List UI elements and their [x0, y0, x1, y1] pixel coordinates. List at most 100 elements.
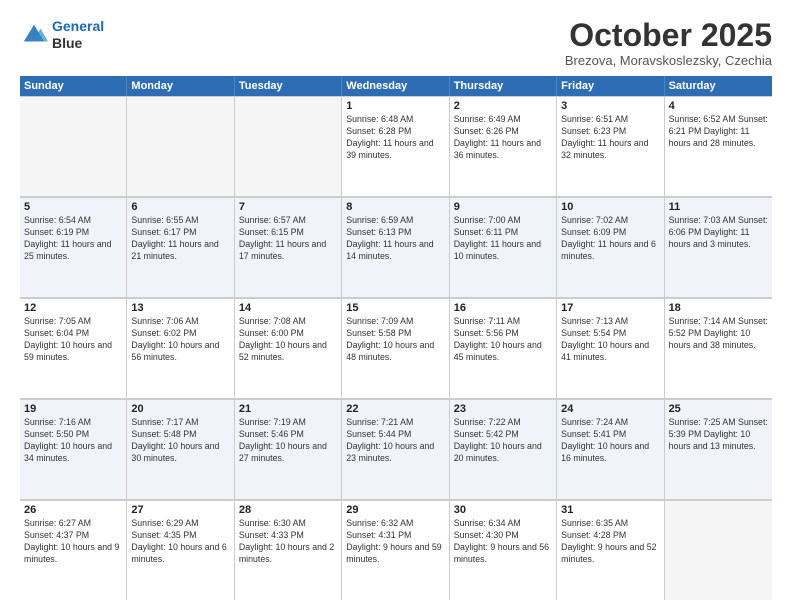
- day-cell-18: 18Sunrise: 7:14 AM Sunset: 5:52 PM Dayli…: [665, 298, 772, 398]
- day-info: Sunrise: 7:09 AM Sunset: 5:58 PM Dayligh…: [346, 316, 444, 364]
- day-info: Sunrise: 7:24 AM Sunset: 5:41 PM Dayligh…: [561, 417, 659, 465]
- day-info: Sunrise: 7:17 AM Sunset: 5:48 PM Dayligh…: [131, 417, 229, 465]
- day-info: Sunrise: 6:54 AM Sunset: 6:19 PM Dayligh…: [24, 215, 122, 263]
- day-info: Sunrise: 7:25 AM Sunset: 5:39 PM Dayligh…: [669, 417, 768, 453]
- logo-text: General Blue: [52, 18, 104, 52]
- empty-cell-w0c1: [127, 96, 234, 196]
- day-cell-13: 13 Sunrise: 7:06 AM Sunset: 6:02 PM Dayli…: [127, 298, 234, 398]
- day-cell-11: 11 Sunrise: 7:03 AM Sunset: 6:06 PM Dayli…: [665, 197, 772, 297]
- calendar-header: SundayMondayTuesdayWednesdayThursdayFrid…: [20, 76, 772, 96]
- day-number: 25: [669, 403, 768, 415]
- day-cell-10: 10Sunrise: 7:02 AM Sunset: 6:09 PM Dayli…: [557, 197, 664, 297]
- week-row-5: 26 Sunrise: 6:27 AM Sunset: 4:37 PM Dayli…: [20, 500, 772, 600]
- day-info: Sunrise: 6:32 AM Sunset: 4:31 PM Dayligh…: [346, 518, 444, 566]
- day-number: 5: [24, 201, 122, 213]
- day-number: 6: [131, 201, 229, 213]
- day-cell-6: 6 Sunrise: 6:55 AM Sunset: 6:17 PM Daylig…: [127, 197, 234, 297]
- day-number: 2: [454, 100, 552, 112]
- day-cell-31: 31 Sunrise: 6:35 AM Sunset: 4:28 PM Dayli…: [557, 500, 664, 600]
- day-info: Sunrise: 6:59 AM Sunset: 6:13 PM Dayligh…: [346, 215, 444, 263]
- day-info: Sunrise: 6:51 AM Sunset: 6:23 PM Dayligh…: [561, 114, 659, 162]
- day-info: Sunrise: 7:19 AM Sunset: 5:46 PM Dayligh…: [239, 417, 337, 465]
- day-cell-2: 2 Sunrise: 6:49 AM Sunset: 6:26 PM Daylig…: [450, 96, 557, 196]
- day-info: Sunrise: 7:13 AM Sunset: 5:54 PM Dayligh…: [561, 316, 659, 364]
- day-number: 22: [346, 403, 444, 415]
- weekday-header-thursday: Thursday: [450, 76, 557, 96]
- day-number: 14: [239, 302, 337, 314]
- logo: General Blue: [20, 18, 104, 52]
- page: General Blue October 2025 Brezova, Morav…: [0, 0, 792, 612]
- day-number: 12: [24, 302, 122, 314]
- day-cell-12: 12 Sunrise: 7:05 AM Sunset: 6:04 PM Dayli…: [20, 298, 127, 398]
- weekday-header-monday: Monday: [127, 76, 234, 96]
- day-cell-29: 29 Sunrise: 6:32 AM Sunset: 4:31 PM Dayli…: [342, 500, 449, 600]
- day-info: Sunrise: 6:49 AM Sunset: 6:26 PM Dayligh…: [454, 114, 552, 162]
- empty-cell-w0c0: [20, 96, 127, 196]
- day-info: Sunrise: 6:55 AM Sunset: 6:17 PM Dayligh…: [131, 215, 229, 263]
- day-number: 21: [239, 403, 337, 415]
- day-cell-8: 8Sunrise: 6:59 AM Sunset: 6:13 PM Daylig…: [342, 197, 449, 297]
- day-info: Sunrise: 6:29 AM Sunset: 4:35 PM Dayligh…: [131, 518, 229, 566]
- day-cell-17: 17 Sunrise: 7:13 AM Sunset: 5:54 PM Dayli…: [557, 298, 664, 398]
- calendar-body: 1Sunrise: 6:48 AM Sunset: 6:28 PM Daylig…: [20, 96, 772, 600]
- day-number: 26: [24, 504, 122, 516]
- day-number: 10: [561, 201, 659, 213]
- week-row-4: 19Sunrise: 7:16 AM Sunset: 5:50 PM Dayli…: [20, 399, 772, 500]
- day-info: Sunrise: 7:00 AM Sunset: 6:11 PM Dayligh…: [454, 215, 552, 263]
- day-info: Sunrise: 7:21 AM Sunset: 5:44 PM Dayligh…: [346, 417, 444, 465]
- day-number: 30: [454, 504, 552, 516]
- day-info: Sunrise: 6:35 AM Sunset: 4:28 PM Dayligh…: [561, 518, 659, 566]
- empty-cell-w0c2: [235, 96, 342, 196]
- day-cell-5: 5 Sunrise: 6:54 AM Sunset: 6:19 PM Daylig…: [20, 197, 127, 297]
- day-info: Sunrise: 7:08 AM Sunset: 6:00 PM Dayligh…: [239, 316, 337, 364]
- day-number: 29: [346, 504, 444, 516]
- day-cell-25: 25 Sunrise: 7:25 AM Sunset: 5:39 PM Dayli…: [665, 399, 772, 499]
- day-number: 4: [669, 100, 768, 112]
- day-cell-19: 19Sunrise: 7:16 AM Sunset: 5:50 PM Dayli…: [20, 399, 127, 499]
- day-number: 13: [131, 302, 229, 314]
- weekday-header-wednesday: Wednesday: [342, 76, 449, 96]
- day-info: Sunrise: 7:05 AM Sunset: 6:04 PM Dayligh…: [24, 316, 122, 364]
- week-row-1: 1Sunrise: 6:48 AM Sunset: 6:28 PM Daylig…: [20, 96, 772, 197]
- month-title: October 2025: [565, 18, 772, 53]
- title-block: October 2025 Brezova, Moravskoslezsky, C…: [565, 18, 772, 68]
- logo-line2: Blue: [52, 35, 104, 52]
- day-number: 23: [454, 403, 552, 415]
- day-info: Sunrise: 7:22 AM Sunset: 5:42 PM Dayligh…: [454, 417, 552, 465]
- day-info: Sunrise: 7:06 AM Sunset: 6:02 PM Dayligh…: [131, 316, 229, 364]
- calendar: SundayMondayTuesdayWednesdayThursdayFrid…: [20, 76, 772, 600]
- day-info: Sunrise: 7:03 AM Sunset: 6:06 PM Dayligh…: [669, 215, 768, 251]
- day-number: 18: [669, 302, 768, 314]
- day-cell-15: 15 Sunrise: 7:09 AM Sunset: 5:58 PM Dayli…: [342, 298, 449, 398]
- day-info: Sunrise: 6:34 AM Sunset: 4:30 PM Dayligh…: [454, 518, 552, 566]
- day-number: 11: [669, 201, 768, 213]
- day-info: Sunrise: 7:11 AM Sunset: 5:56 PM Dayligh…: [454, 316, 552, 364]
- header: General Blue October 2025 Brezova, Morav…: [20, 18, 772, 68]
- week-row-2: 5 Sunrise: 6:54 AM Sunset: 6:19 PM Daylig…: [20, 197, 772, 298]
- day-cell-27: 27 Sunrise: 6:29 AM Sunset: 4:35 PM Dayli…: [127, 500, 234, 600]
- day-cell-1: 1Sunrise: 6:48 AM Sunset: 6:28 PM Daylig…: [342, 96, 449, 196]
- day-info: Sunrise: 6:48 AM Sunset: 6:28 PM Dayligh…: [346, 114, 444, 162]
- subtitle: Brezova, Moravskoslezsky, Czechia: [565, 53, 772, 68]
- day-cell-28: 28Sunrise: 6:30 AM Sunset: 4:33 PM Dayli…: [235, 500, 342, 600]
- weekday-header-tuesday: Tuesday: [235, 76, 342, 96]
- day-number: 9: [454, 201, 552, 213]
- logo-icon: [20, 21, 48, 49]
- logo-line1: General: [52, 18, 104, 34]
- day-number: 16: [454, 302, 552, 314]
- day-number: 7: [239, 201, 337, 213]
- day-number: 27: [131, 504, 229, 516]
- day-number: 17: [561, 302, 659, 314]
- day-info: Sunrise: 6:27 AM Sunset: 4:37 PM Dayligh…: [24, 518, 122, 566]
- empty-cell-w4c6: [665, 500, 772, 600]
- day-number: 31: [561, 504, 659, 516]
- day-cell-14: 14 Sunrise: 7:08 AM Sunset: 6:00 PM Dayli…: [235, 298, 342, 398]
- day-cell-30: 30 Sunrise: 6:34 AM Sunset: 4:30 PM Dayli…: [450, 500, 557, 600]
- day-cell-7: 7Sunrise: 6:57 AM Sunset: 6:15 PM Daylig…: [235, 197, 342, 297]
- day-number: 15: [346, 302, 444, 314]
- week-row-3: 12 Sunrise: 7:05 AM Sunset: 6:04 PM Dayli…: [20, 298, 772, 399]
- day-number: 19: [24, 403, 122, 415]
- day-cell-3: 3Sunrise: 6:51 AM Sunset: 6:23 PM Daylig…: [557, 96, 664, 196]
- day-cell-16: 16 Sunrise: 7:11 AM Sunset: 5:56 PM Dayli…: [450, 298, 557, 398]
- weekday-header-saturday: Saturday: [665, 76, 772, 96]
